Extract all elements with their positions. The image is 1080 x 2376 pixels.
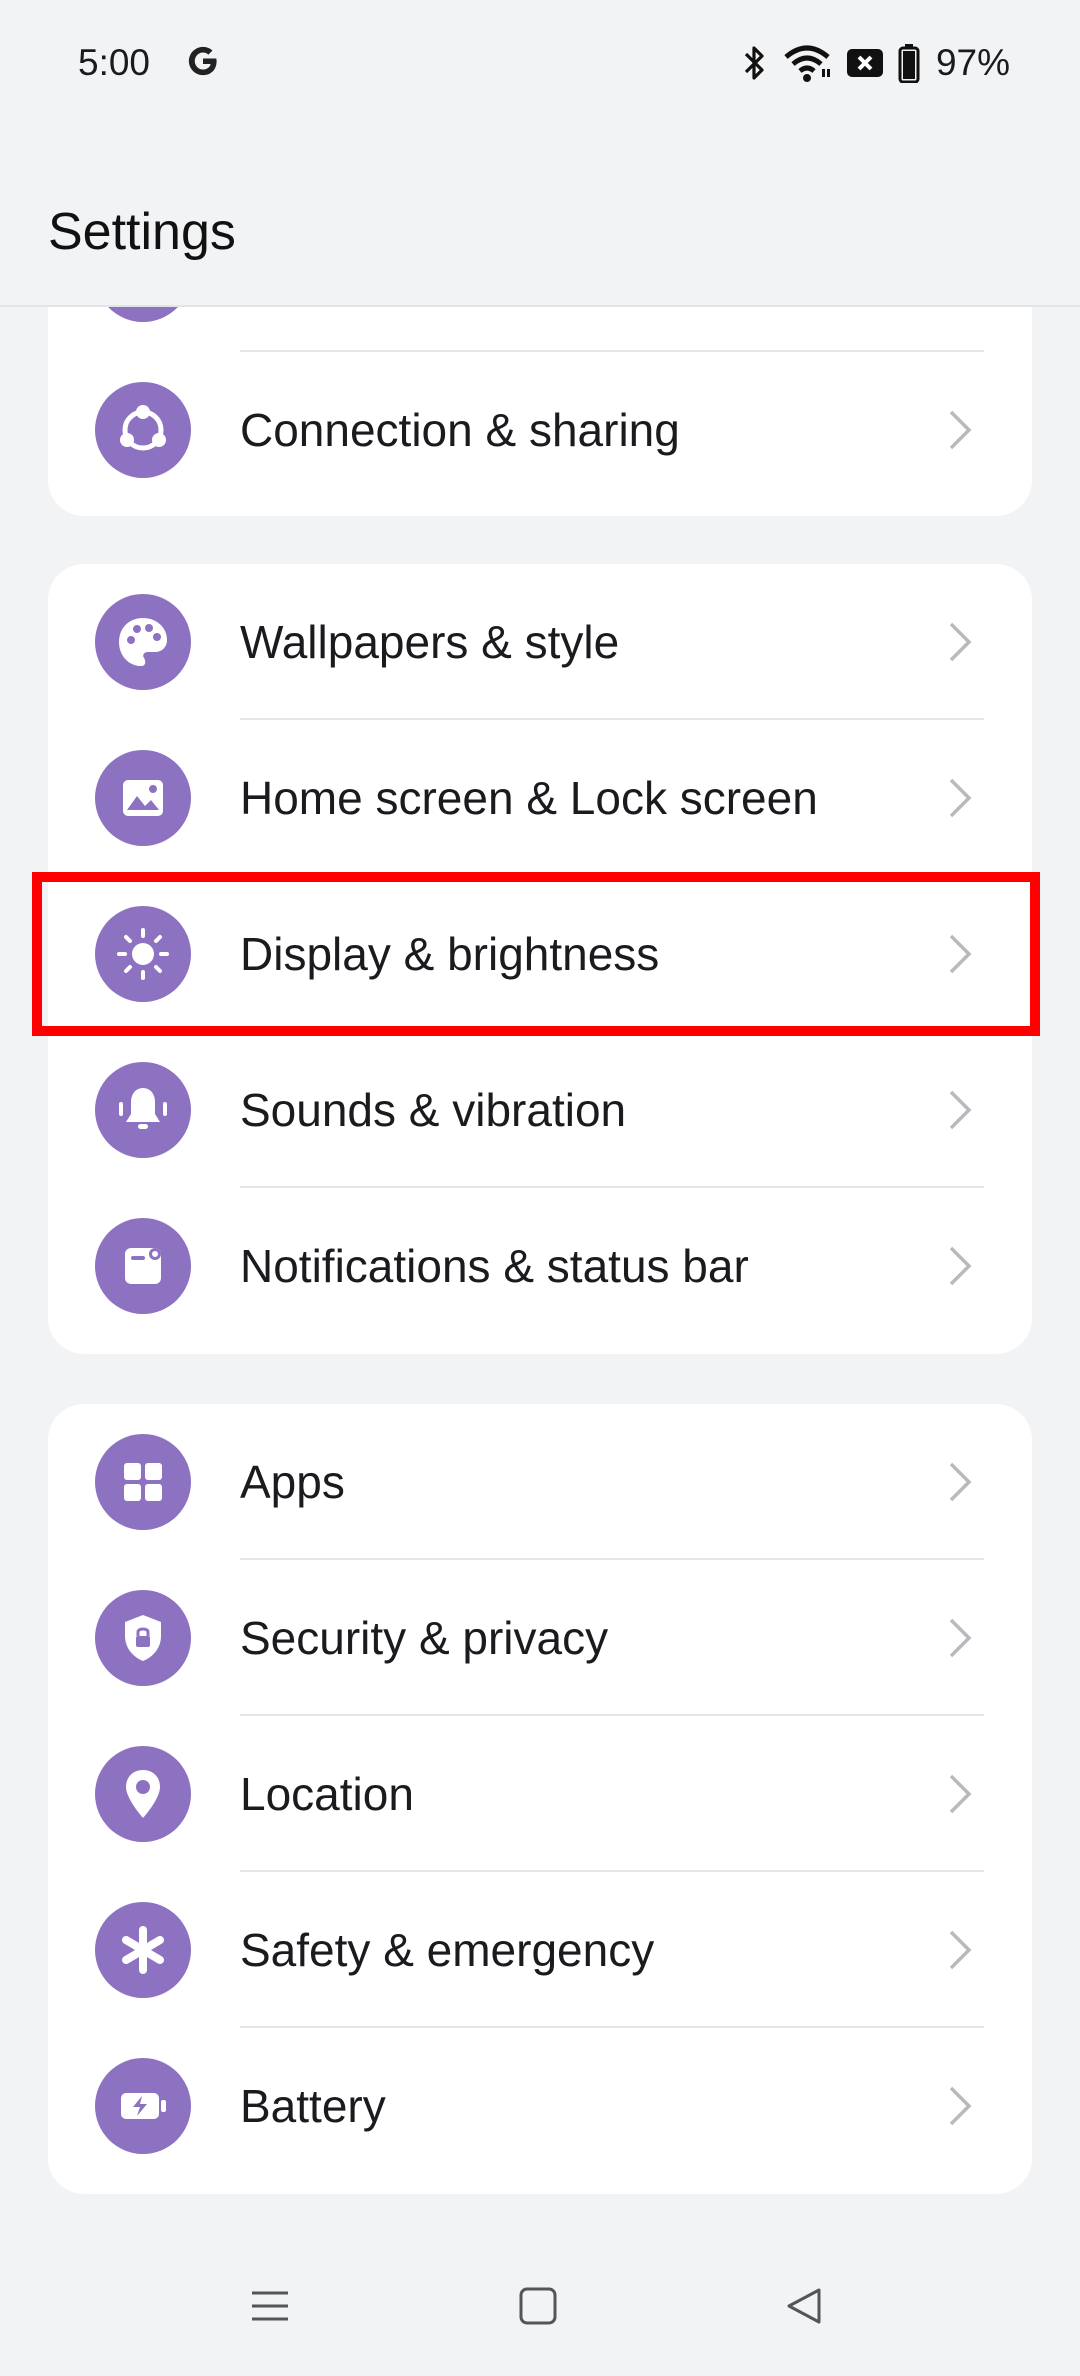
settings-group-0: Connection & sharing [48, 306, 1032, 516]
grid-icon [95, 1434, 191, 1530]
settings-item-security-privacy[interactable]: Security & privacy [48, 1560, 1032, 1716]
battery-charge-icon [95, 2058, 191, 2154]
sun-icon [95, 906, 191, 1002]
chevron-right-icon [949, 934, 972, 974]
settings-list[interactable]: Connection & sharing Wallpapers & style [0, 306, 1080, 2206]
settings-item-home-lock-screen[interactable]: Home screen & Lock screen [48, 720, 1032, 876]
settings-item-safety-emergency[interactable]: Safety & emergency [48, 1872, 1032, 2028]
notification-icon [95, 1218, 191, 1314]
settings-item-label: Battery [240, 2080, 386, 2132]
home-icon [519, 2287, 557, 2325]
asterisk-icon [95, 1902, 191, 1998]
signal-off-icon [846, 49, 883, 77]
settings-item-display-brightness[interactable]: Display & brightness [48, 876, 1032, 1032]
chevron-right-icon [949, 1090, 972, 1130]
settings-item-label: Home screen & Lock screen [240, 772, 818, 824]
status-icons: 97% [742, 40, 1010, 86]
settings-item-sounds-vibration[interactable]: Sounds & vibration [48, 1032, 1032, 1188]
status-bar: 5:00 97% [0, 0, 1080, 130]
navigation-bar [0, 2256, 1080, 2376]
back-button[interactable] [744, 2256, 864, 2356]
chevron-right-icon [949, 1246, 972, 1286]
chevron-right-icon [949, 1618, 972, 1658]
image-icon [95, 750, 191, 846]
share-network-icon [95, 382, 191, 478]
chevron-right-icon [949, 410, 972, 450]
settings-item-notifications-status-bar[interactable]: Notifications & status bar [48, 1188, 1032, 1344]
hidden-item-icon [95, 306, 191, 322]
chevron-right-icon [949, 1462, 972, 1502]
settings-item-label: Display & brightness [240, 928, 660, 980]
settings-item-battery[interactable]: Battery [48, 2028, 1032, 2184]
status-time: 5:00 [78, 42, 151, 83]
settings-item-label: Security & privacy [240, 1612, 609, 1664]
wifi-icon [784, 45, 830, 82]
settings-item-label: Location [240, 1768, 414, 1820]
settings-item-apps[interactable]: Apps [48, 1404, 1032, 1560]
shield-lock-icon [95, 1590, 191, 1686]
settings-item-label: Apps [240, 1456, 345, 1508]
settings-item-label: Sounds & vibration [240, 1084, 627, 1136]
settings-item-location[interactable]: Location [48, 1716, 1032, 1872]
settings-group-1: Wallpapers & style Home screen & Lock sc… [48, 564, 1032, 1354]
settings-item-label: Safety & emergency [240, 1924, 655, 1976]
settings-item-label: Connection & sharing [240, 404, 680, 456]
back-icon [787, 2288, 821, 2324]
chevron-right-icon [949, 1774, 972, 1814]
chevron-right-icon [949, 2086, 972, 2126]
menu-icon [252, 2291, 288, 2321]
settings-group-2: Apps Security & privacy Location Safety … [48, 1404, 1032, 2194]
bell-icon [95, 1062, 191, 1158]
settings-item-label: Notifications & status bar [240, 1240, 749, 1292]
settings-item-hidden[interactable] [48, 306, 1032, 352]
settings-item-connection-sharing[interactable]: Connection & sharing [48, 352, 1032, 508]
chevron-right-icon [949, 1930, 972, 1970]
location-pin-icon [95, 1746, 191, 1842]
settings-item-label: Wallpapers & style [240, 616, 620, 668]
battery-percent: 97% [935, 42, 1010, 83]
header: Settings [0, 130, 1080, 307]
palette-icon [95, 594, 191, 690]
page-title: Settings [48, 203, 236, 261]
google-icon [188, 46, 217, 76]
settings-item-wallpapers-style[interactable]: Wallpapers & style [48, 564, 1032, 720]
chevron-right-icon [949, 778, 972, 818]
battery-icon [898, 44, 920, 83]
chevron-right-icon [949, 622, 972, 662]
home-button[interactable] [478, 2256, 598, 2356]
menu-button[interactable] [210, 2256, 330, 2356]
bluetooth-icon [744, 46, 764, 80]
